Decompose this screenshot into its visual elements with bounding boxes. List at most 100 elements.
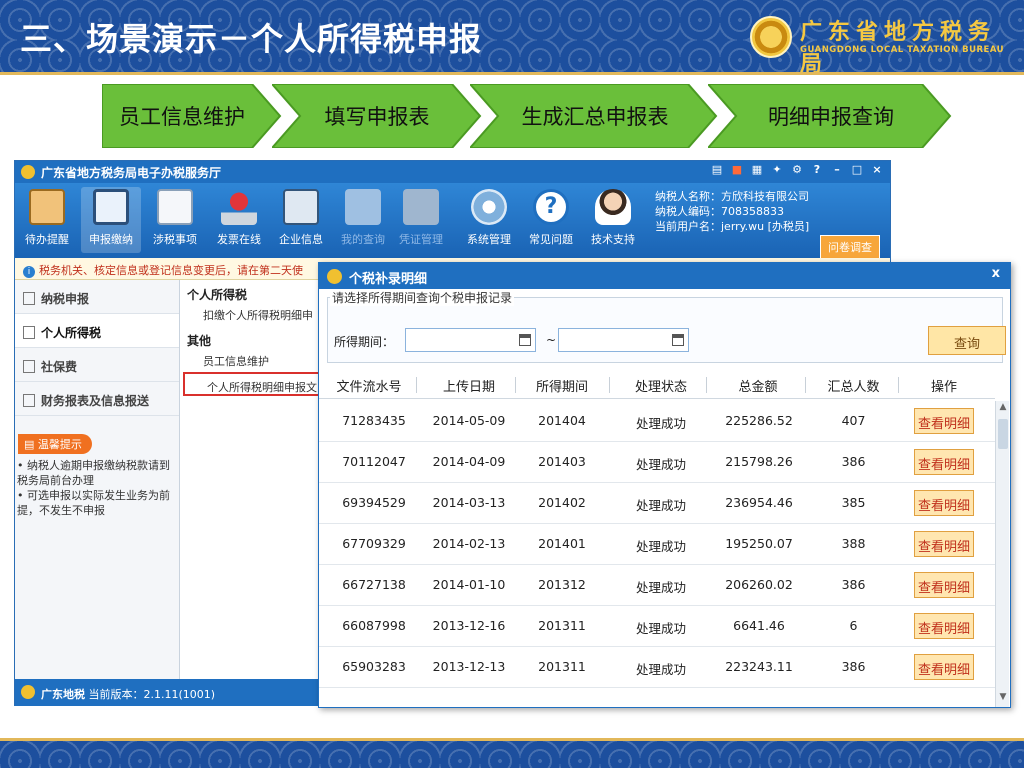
bureau-logo: 广东省地方税务局 GUANGDONG LOCAL TAXATION BUREAU	[750, 12, 1008, 72]
table-scrollbar[interactable]: ▲ ▼	[995, 401, 1009, 707]
dialog-close-icon[interactable]: x	[992, 266, 1000, 281]
cell-file-id: 66087998	[342, 618, 406, 633]
logo-english-name: GUANGDONG LOCAL TAXATION BUREAU	[800, 45, 1005, 55]
view-detail-button[interactable]: 查看明细	[914, 654, 974, 680]
view-detail-button[interactable]: 查看明细	[914, 531, 974, 557]
nav-financial-reports[interactable]: 财务报表及信息报送	[15, 382, 179, 416]
tip-item: • 纳税人逾期申报缴纳税款请到税务局前台办理	[17, 459, 170, 487]
cell-file-id: 65903283	[342, 659, 406, 674]
cell-upload-date: 2013-12-13	[432, 659, 506, 674]
scroll-down-icon[interactable]: ▼	[997, 692, 1009, 706]
tool-my-query[interactable]: 我的查询	[333, 187, 393, 247]
skin-icon[interactable]: ▤	[710, 163, 724, 177]
scroll-thumb[interactable]	[998, 419, 1008, 449]
nav-financial-reports-label: 财务报表及信息报送	[41, 394, 150, 408]
bureau-seal-icon	[750, 16, 792, 58]
query-button[interactable]: 查询	[928, 326, 1006, 355]
table-row: 69394529 2014-03-13 201402 处理成功 236954.4…	[319, 483, 995, 524]
step-3-label: 生成汇总申报表	[521, 105, 669, 129]
slide-header: 三、场景演示－个人所得税申报 广东省地方税务局 GUANGDONG LOCAL …	[0, 0, 1024, 75]
submenu-item-selected[interactable]: 个人所得税明细申报文	[183, 372, 329, 396]
submenu-panel: 个人所得税 扣缴个人所得税明细申 其他 员工信息维护 个人所得税明细申报文	[181, 280, 331, 679]
view-detail-button[interactable]: 查看明细	[914, 572, 974, 598]
tool-invoice-label: 发票在线	[217, 233, 261, 246]
maximize-icon[interactable]: □	[850, 163, 864, 177]
calendar-icon[interactable]	[519, 334, 531, 346]
tool-system[interactable]: 系统管理	[459, 187, 519, 247]
document-icon	[23, 360, 35, 373]
tool-invoice[interactable]: 发票在线	[209, 187, 269, 247]
building-icon	[283, 189, 319, 225]
list-icon	[23, 292, 35, 305]
books-icon	[403, 189, 439, 225]
scroll-up-icon[interactable]: ▲	[997, 402, 1009, 416]
color-icon[interactable]: ■	[730, 163, 744, 177]
tool-support[interactable]: 技术支持	[583, 187, 643, 247]
taxpayer-code: 纳税人编码：708358833	[655, 205, 784, 218]
app-titlebar: 广东省地方税务局电子办税服务厅 ▤ ■ ▦ ✦ ⚙ ? – □ ×	[15, 161, 890, 183]
tool-faq[interactable]: ? 常见问题	[521, 187, 581, 247]
cell-upload-date: 2014-05-09	[432, 413, 506, 428]
cell-period: 201312	[538, 577, 586, 592]
nav-tax-declaration[interactable]: 纳税申报	[15, 280, 179, 314]
settings-icon[interactable]: ⚙	[790, 163, 804, 177]
period-to-field[interactable]	[558, 328, 689, 352]
tips-badge: ▤ 温馨提示	[18, 434, 92, 454]
col-amount: 总金额	[738, 380, 778, 395]
dialog-logo-icon	[327, 269, 342, 284]
layout-icon[interactable]: ▦	[750, 163, 764, 177]
tax-records-dialog: 个税补录明细 x 请选择所得期间查询个税申报记录 所得期间： ~ 查询 文件流水…	[318, 262, 1011, 708]
report-icon	[23, 394, 35, 407]
cell-status: 处理成功	[635, 539, 686, 554]
tool-voucher[interactable]: 凭证管理	[391, 187, 451, 247]
tip-item-text: 纳税人逾期申报缴纳税款请到税务局前台办理	[17, 459, 170, 487]
view-detail-button[interactable]: 查看明细	[914, 449, 974, 475]
help-icon[interactable]: ?	[810, 163, 824, 177]
submenu-item[interactable]: 员工信息维护	[181, 348, 331, 372]
tool-declare-pay-label: 申报缴纳	[89, 233, 133, 246]
period-from-field[interactable]	[405, 328, 536, 352]
submenu-item[interactable]: 扣缴个人所得税明细申	[181, 302, 331, 326]
cell-status: 处理成功	[635, 662, 686, 677]
tool-todo[interactable]: 待办提醒	[17, 187, 77, 247]
close-icon[interactable]: ×	[870, 163, 884, 177]
view-detail-button[interactable]: 查看明细	[914, 490, 974, 516]
view-detail-button[interactable]: 查看明细	[914, 613, 974, 639]
cell-file-id: 71283435	[342, 413, 406, 428]
cell-amount: 215798.26	[725, 454, 793, 469]
range-separator: ~	[546, 333, 557, 347]
cell-status: 处理成功	[635, 580, 686, 595]
nav-social-security[interactable]: 社保费	[15, 348, 179, 382]
monitor-icon	[93, 189, 129, 225]
cell-count: 6	[849, 618, 858, 633]
cell-file-id: 66727138	[342, 577, 406, 592]
tip-item-text: 可选申报以实际发生业务为前提，不发生不申报	[17, 489, 170, 517]
survey-button[interactable]: 问卷调查	[820, 235, 880, 259]
gear-icon	[471, 189, 507, 225]
footer-pattern	[0, 741, 1024, 768]
tool-tax-matters[interactable]: 涉税事项	[145, 187, 205, 247]
cell-status: 处理成功	[635, 457, 686, 472]
nav-personal-income-tax[interactable]: 个人所得税	[15, 314, 179, 348]
calendar-icon[interactable]	[672, 334, 684, 346]
step-3: 生成汇总申报表	[470, 84, 720, 148]
tool-declare-pay[interactable]: 申报缴纳	[81, 187, 141, 253]
left-nav: 纳税申报 个人所得税 社保费 财务报表及信息报送 ▤ 温馨提示 • 纳税人逾期申…	[15, 280, 180, 679]
notice-text: 税务机关、核定信息或登记信息变更后，请在第二天使	[39, 264, 303, 277]
cell-file-id: 67709329	[342, 536, 406, 551]
cell-amount: 223243.11	[725, 659, 793, 674]
app-logo-icon	[21, 165, 35, 179]
support-agent-icon	[595, 189, 631, 225]
pin-icon[interactable]: ✦	[770, 163, 784, 177]
view-detail-button[interactable]: 查看明细	[914, 408, 974, 434]
cell-file-id: 69394529	[342, 495, 406, 510]
minimize-icon[interactable]: –	[830, 163, 844, 177]
tool-company-info[interactable]: 企业信息	[271, 187, 331, 247]
tip-item: • 可选申报以实际发生业务为前提，不发生不申报	[17, 489, 170, 517]
tool-company-info-label: 企业信息	[279, 233, 323, 246]
window-controls: ▤ ■ ▦ ✦ ⚙ ? – □ ×	[710, 163, 884, 177]
cell-amount: 195250.07	[725, 536, 793, 551]
slide-footer	[0, 738, 1024, 768]
table-row: 70112047 2014-04-09 201403 处理成功 215798.2…	[319, 442, 995, 483]
cell-status: 处理成功	[635, 416, 686, 431]
